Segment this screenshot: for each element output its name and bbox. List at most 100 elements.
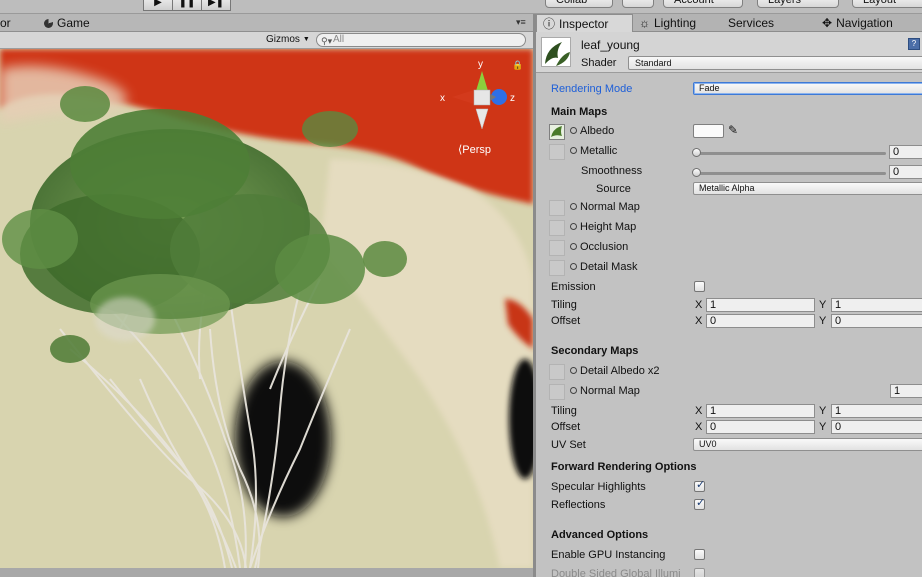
eyedropper-icon[interactable]: ✎ [728, 123, 738, 137]
circle-icon [570, 263, 577, 270]
scene-render: y x z [0, 49, 533, 568]
smoothness-value-field[interactable]: 0 [889, 165, 922, 179]
metallic-slider[interactable] [696, 152, 886, 155]
detail-mask-texture-slot[interactable] [549, 260, 565, 276]
main-tiling-y-field[interactable]: 1 [831, 298, 922, 312]
rendering-mode-dropdown[interactable]: Fade [693, 82, 922, 95]
albedo-color-field[interactable] [693, 124, 724, 138]
account-dropdown[interactable]: Account [663, 0, 743, 8]
leaf-thumbnail-icon [545, 42, 570, 66]
secondary-offset-y-label: Y [819, 421, 827, 433]
tab-navigation[interactable]: ✥ Navigation [822, 14, 893, 32]
source-label: Source [596, 183, 631, 195]
detail-mask-label: Detail Mask [570, 261, 637, 273]
asset-header: leaf_young ? Shader Standard [536, 32, 922, 73]
gpu-instancing-label: Enable GPU Instancing [551, 549, 666, 561]
secondary-tiling-x-field[interactable]: 1 [706, 404, 815, 418]
main-toolbar: ▶ ❚❚ ▶❚ Collab Account Layers Layout [0, 0, 922, 14]
secondary-normal-scale-field[interactable]: 1 [890, 384, 922, 398]
height-map-texture-slot[interactable] [549, 220, 565, 236]
checkmark-icon: ✓ [696, 479, 706, 491]
detail-albedo-texture-slot[interactable] [549, 364, 565, 380]
pause-button[interactable]: ❚❚ [172, 0, 202, 11]
emission-checkbox[interactable] [694, 281, 705, 292]
help-icon[interactable]: ? [908, 38, 920, 50]
gizmos-dropdown[interactable]: Gizmos ▼ [266, 34, 310, 45]
gpu-instancing-checkbox[interactable] [694, 549, 705, 560]
main-tiling-x-label: X [695, 299, 703, 311]
tab-services-label: Services [728, 16, 775, 30]
layout-dropdown[interactable]: Layout [852, 0, 922, 8]
reflections-label: Reflections [551, 499, 606, 511]
gizmo-x-label: x [440, 93, 445, 104]
secondary-tiling-y-field[interactable]: 1 [831, 404, 922, 418]
gizmos-label: Gizmos [266, 34, 300, 45]
inspector-tab-bar: ⓘ Inspector ☼ Lighting Services ✥ Naviga… [536, 14, 922, 32]
occlusion-texture-slot[interactable] [549, 240, 565, 256]
tab-lighting-label: Lighting [654, 16, 697, 30]
main-maps-heading: Main Maps [551, 106, 608, 118]
navigation-icon: ✥ [822, 16, 833, 30]
scene-tab-bar: or Game [0, 14, 533, 32]
albedo-texture-slot[interactable] [549, 124, 565, 140]
main-offset-x-label: X [695, 315, 703, 327]
cloud-button[interactable] [622, 0, 654, 8]
reflections-checkbox[interactable]: ✓ [694, 497, 706, 510]
circle-icon [570, 243, 577, 250]
secondary-offset-label: Offset [551, 421, 581, 433]
tab-scene-partial[interactable]: or [0, 16, 11, 30]
tab-game[interactable]: Game [44, 16, 90, 30]
metallic-texture-slot[interactable] [549, 144, 565, 160]
tab-inspector[interactable]: ⓘ Inspector [536, 14, 633, 32]
tab-services[interactable]: Services [728, 14, 774, 32]
scene-viewport[interactable]: y x z 🔒 ⟨Persp [0, 49, 533, 568]
tab-lighting[interactable]: ☼ Lighting [639, 14, 696, 32]
step-button[interactable]: ▶❚ [201, 0, 231, 11]
source-dropdown[interactable]: Metallic Alpha [693, 182, 922, 195]
playback-controls: ▶ ❚❚ ▶❚ [143, 0, 231, 11]
secondary-offset-x-label: X [695, 421, 703, 433]
secondary-tiling-label: Tiling [551, 405, 577, 417]
circle-icon [570, 387, 577, 394]
persp-toggle[interactable]: ⟨Persp [458, 143, 491, 156]
advanced-options-heading: Advanced Options [551, 529, 649, 541]
emission-label: Emission [551, 281, 596, 293]
secondary-maps-heading: Secondary Maps [551, 345, 639, 357]
collab-dropdown[interactable]: Collab [545, 0, 613, 8]
smoothness-slider-handle[interactable] [692, 168, 701, 177]
metallic-value-field[interactable]: 0 [889, 145, 922, 159]
secondary-offset-x-field[interactable]: 0 [706, 420, 815, 434]
normal-map-label: Normal Map [570, 201, 640, 213]
double-sided-gi-checkbox[interactable] [694, 568, 705, 577]
specular-highlights-label: Specular Highlights [551, 481, 646, 493]
shader-dropdown[interactable]: Standard [628, 56, 922, 70]
secondary-normal-texture-slot[interactable] [549, 384, 565, 400]
uv-set-dropdown[interactable]: UV0 [693, 438, 922, 451]
shader-label: Shader [581, 57, 617, 69]
main-offset-y-label: Y [819, 315, 827, 327]
secondary-offset-y-field[interactable]: 0 [831, 420, 922, 434]
search-icon: ⚲▾ [321, 36, 333, 46]
layers-dropdown[interactable]: Layers [757, 0, 839, 8]
smoothness-slider[interactable] [696, 172, 886, 175]
main-tiling-x-field[interactable]: 1 [706, 298, 815, 312]
albedo-label: Albedo [570, 125, 614, 137]
main-offset-label: Offset [551, 315, 581, 327]
specular-highlights-checkbox[interactable]: ✓ [694, 479, 706, 492]
checkmark-icon: ✓ [696, 497, 706, 509]
double-sided-gi-label: Double Sided Global Illumi [551, 568, 681, 577]
tab-inspector-label: Inspector [559, 16, 609, 31]
gizmo-z-label: z [510, 93, 515, 104]
normal-map-texture-slot[interactable] [549, 200, 565, 216]
lock-icon[interactable]: 🔒 [512, 60, 523, 71]
tab-menu-icon[interactable]: ▾≡ [516, 17, 526, 28]
metallic-slider-handle[interactable] [692, 148, 701, 157]
play-button[interactable]: ▶ [143, 0, 173, 11]
scene-search-input[interactable]: ⚲▾ All [316, 33, 526, 47]
main-offset-y-field[interactable]: 0 [831, 314, 922, 328]
secondary-tiling-x-label: X [695, 405, 703, 417]
detail-albedo-text: Detail Albedo x2 [580, 365, 660, 377]
gizmo-center-cube[interactable] [473, 89, 491, 106]
metallic-label: Metallic [570, 145, 617, 157]
main-offset-x-field[interactable]: 0 [706, 314, 815, 328]
